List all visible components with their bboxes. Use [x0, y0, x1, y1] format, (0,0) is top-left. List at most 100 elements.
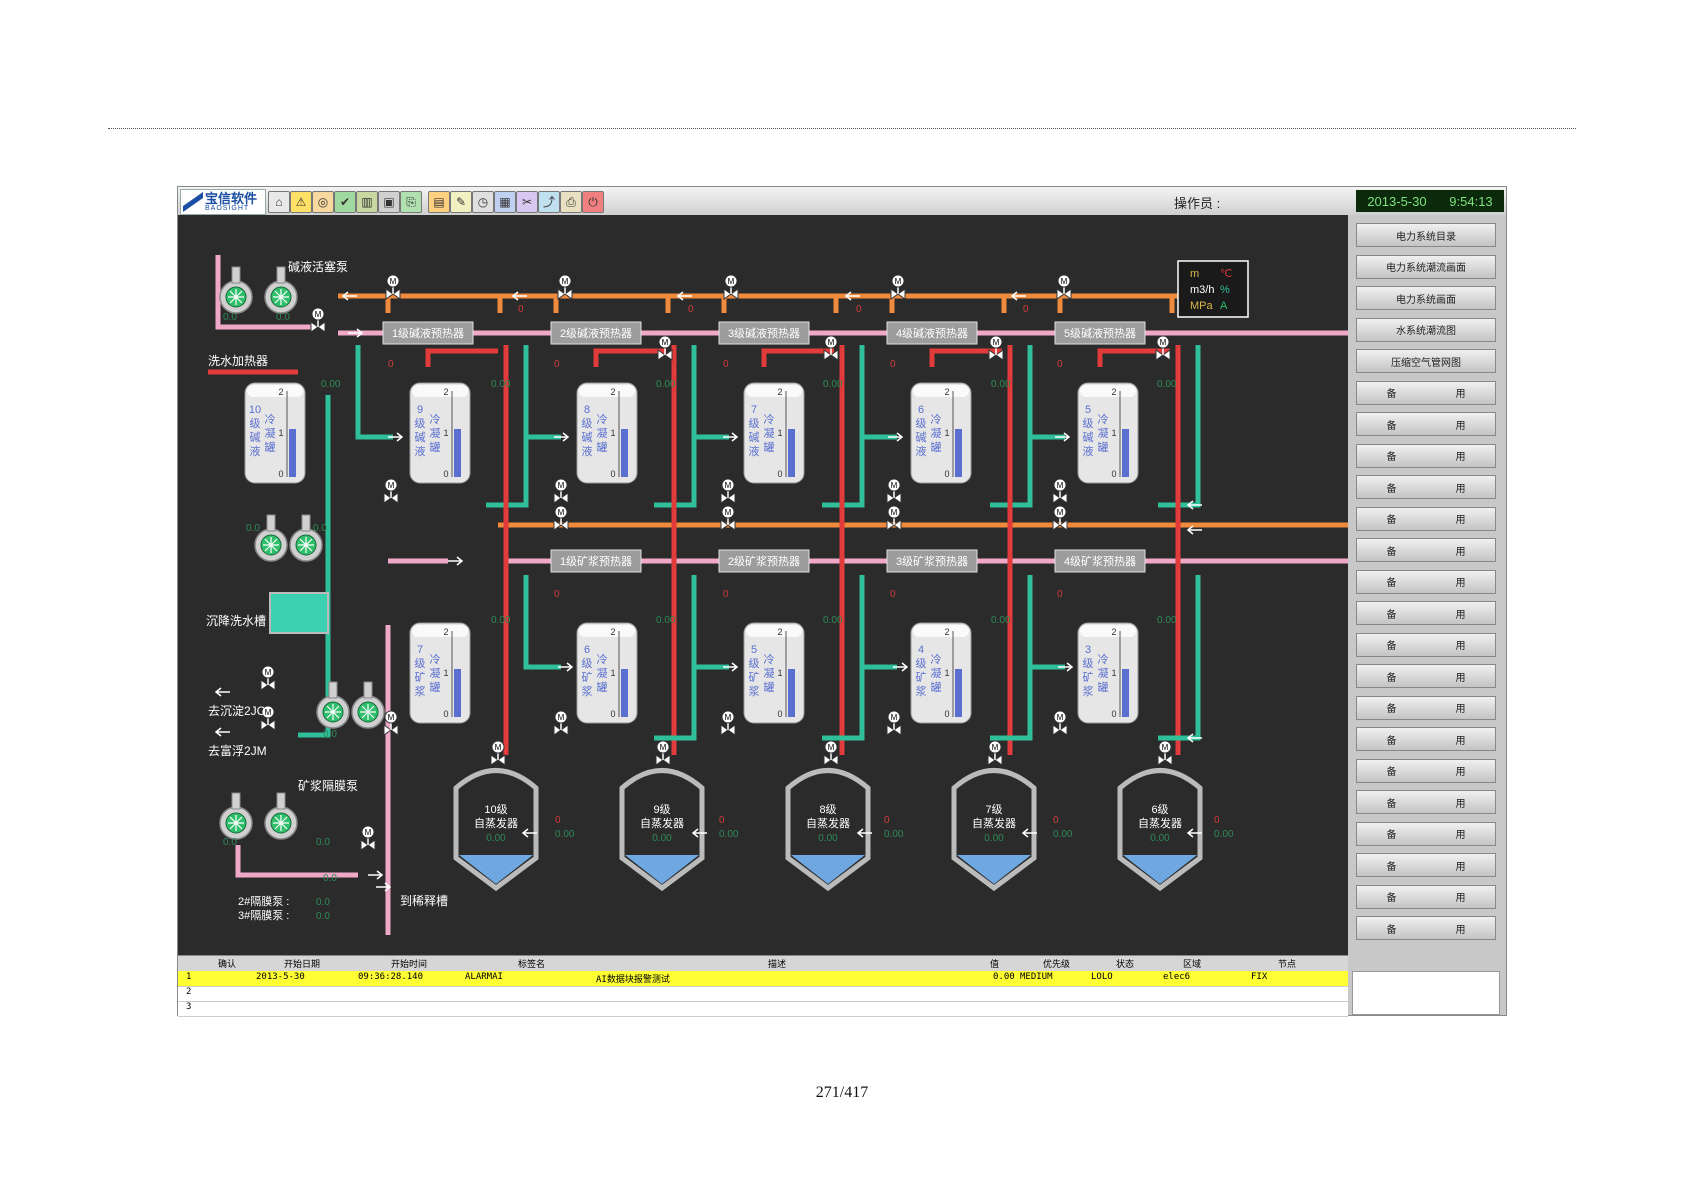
save-icon[interactable]: ▣ — [378, 191, 400, 213]
readout-value: 0 — [723, 359, 729, 370]
print-icon[interactable]: ⎙ — [560, 191, 582, 213]
tank-label: 矿 — [1083, 671, 1094, 684]
spare-button[interactable]: 备用 — [1356, 727, 1496, 751]
tank-scale-label: 2 — [278, 387, 283, 397]
readout-value: 0.00 — [491, 615, 511, 626]
export-icon[interactable]: ⎘ — [400, 191, 422, 213]
readout-value: 0.00 — [719, 829, 739, 840]
cell-desc: AI数据块报警测试 — [596, 975, 670, 985]
power-icon[interactable]: ⏻ — [582, 191, 604, 213]
pump-blade — [360, 704, 376, 720]
valve-letter: M — [1057, 713, 1064, 722]
tank-scale-label: 0 — [777, 469, 782, 479]
readout-value: 0 — [554, 359, 560, 370]
tank-scale-label: 1 — [1111, 428, 1116, 438]
spare-button[interactable]: 备用 — [1356, 538, 1496, 562]
spare-button[interactable]: 备用 — [1356, 412, 1496, 436]
warning-icon[interactable]: ⚠ — [290, 191, 312, 213]
valve-letter: M — [388, 481, 395, 490]
spare-button[interactable]: 备用 — [1356, 632, 1496, 657]
spare-button[interactable]: 备用 — [1356, 664, 1496, 688]
spare-button[interactable]: 备用 — [1356, 853, 1496, 877]
spare-button[interactable]: 备用 — [1356, 475, 1496, 499]
tank-level-bar — [1122, 429, 1129, 477]
tank-scale-label: 2 — [777, 387, 782, 397]
valve-letter: M — [265, 708, 272, 717]
flow-arrow-icon — [893, 662, 909, 672]
spare-label-b: 用 — [1455, 861, 1466, 873]
tank-label: 碱 — [1083, 431, 1094, 444]
spare-label-a: 备 — [1386, 546, 1397, 558]
nav-button-2[interactable]: 电力系统潮流画面 — [1356, 254, 1496, 279]
evaporator-level-label: 10级 — [484, 803, 507, 816]
nav-button-3[interactable]: 电力系统画面 — [1356, 286, 1496, 310]
spare-button[interactable]: 备用 — [1356, 821, 1496, 846]
tank-scale-label: 2 — [1111, 627, 1116, 637]
readout-value: 0.00 — [656, 615, 676, 626]
spare-label-a: 备 — [1386, 452, 1397, 463]
spare-button[interactable]: 备用 — [1356, 916, 1496, 940]
spare-label-a: 备 — [1386, 672, 1397, 684]
nav-button-1[interactable]: 电力系统目录 — [1356, 223, 1496, 247]
settle-tank[interactable] — [269, 592, 329, 634]
note-icon[interactable]: ✎ — [450, 191, 472, 213]
tank-label: 液 — [749, 444, 760, 458]
home-icon[interactable]: ⌂ — [268, 191, 290, 213]
tank-label: 矿 — [916, 671, 927, 684]
spare-button[interactable]: 备用 — [1356, 758, 1496, 783]
spare-label-b: 用 — [1455, 515, 1466, 526]
pink-diaphragm-line — [235, 845, 358, 878]
preheater-label: 4级矿浆预热器 — [1064, 554, 1136, 568]
pump-outlet — [231, 266, 241, 284]
spare-label-b: 用 — [1455, 389, 1466, 400]
alarm-row[interactable]: 3 — [178, 1001, 1348, 1017]
clock-icon[interactable]: ◷ — [472, 191, 494, 213]
readout-value: 0.0 — [323, 873, 337, 884]
spare-button[interactable]: 备用 — [1356, 695, 1496, 720]
legend-unit: m — [1190, 268, 1199, 280]
legend-unit: A — [1220, 300, 1228, 312]
tank-label: 级 — [250, 417, 261, 430]
nav-button-4[interactable]: 水系统潮流图 — [1356, 317, 1496, 342]
check-icon[interactable]: ✔ — [334, 191, 356, 213]
spare-button[interactable]: 备用 — [1356, 443, 1496, 468]
spare-button[interactable]: 备用 — [1356, 601, 1496, 625]
alarm-row[interactable]: 1 2013-5-30 09:36:28.140 ALARMAI AI数据块报警… — [178, 971, 1348, 987]
tank-word-label: 冷 — [931, 413, 942, 426]
flow-arrow-icon — [368, 870, 384, 880]
dial-icon[interactable]: ◎ — [312, 191, 334, 213]
spare-label-b: 用 — [1455, 672, 1466, 684]
spare-label-b: 用 — [1455, 830, 1466, 841]
nav-button-5[interactable]: 压缩空气管网图 — [1356, 349, 1496, 373]
tank-word-label: 冷 — [1098, 413, 1109, 426]
tank-scale-label: 1 — [443, 428, 448, 438]
tank-num-label: 4 — [918, 644, 924, 656]
alarm-row[interactable]: 2 — [178, 986, 1348, 1002]
evaporator-value: 0.00 — [1150, 833, 1170, 844]
pump-blade — [325, 704, 341, 720]
spare-button[interactable]: 备用 — [1356, 380, 1496, 405]
spare-button[interactable]: 备用 — [1356, 569, 1496, 594]
evaporator-value: 0.00 — [818, 833, 838, 844]
chart-icon[interactable]: ▥ — [356, 191, 378, 213]
tank-word-label: 冷 — [430, 413, 441, 426]
spare-button[interactable]: 备用 — [1356, 884, 1496, 909]
graph-icon[interactable]: ⤴ — [538, 191, 560, 213]
spare-button[interactable]: 备用 — [1356, 790, 1496, 814]
folder-icon[interactable]: ▤ — [428, 191, 450, 213]
tank-word-label: 凝 — [1098, 666, 1109, 680]
readout-value: 0.00 — [1157, 615, 1177, 626]
tank-level-bar — [1122, 669, 1129, 717]
pump-outlet — [231, 792, 241, 810]
tank-highlight — [579, 385, 635, 397]
spare-label-a: 备 — [1386, 420, 1397, 432]
table-icon[interactable]: ▦ — [494, 191, 516, 213]
tank-label: 碱 — [250, 431, 261, 444]
valve-letter: M — [562, 277, 569, 286]
sidebar-blank-box — [1352, 971, 1500, 1015]
tool-icon[interactable]: ✂ — [516, 191, 538, 213]
valve-letter: M — [558, 481, 565, 490]
pump2-label: 2#隔膜泵 : — [238, 895, 289, 908]
tank-num-label: 7 — [751, 404, 757, 416]
spare-button[interactable]: 备用 — [1356, 506, 1496, 531]
